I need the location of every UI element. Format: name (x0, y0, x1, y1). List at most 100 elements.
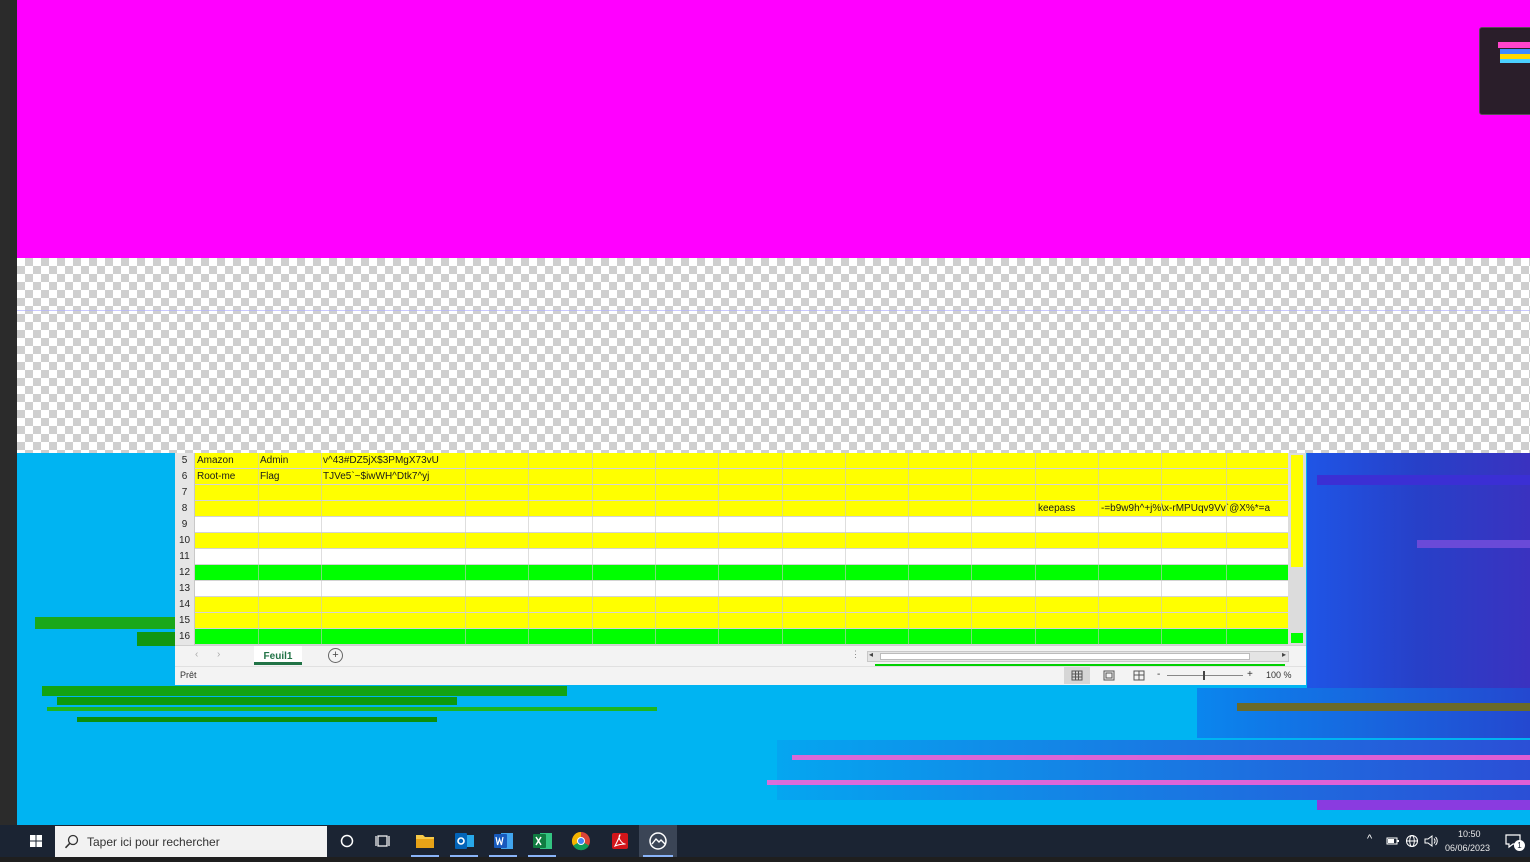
cell-c[interactable]: TJVe5`~$iwWH^Dtk7^yj (323, 469, 429, 485)
start-button[interactable] (18, 825, 54, 857)
vertical-scrollbar[interactable] (1288, 453, 1306, 645)
floating-window-thumbnail[interactable] (1479, 27, 1530, 115)
taskbar-acrobat[interactable] (602, 825, 638, 857)
glitch-streak (77, 717, 437, 722)
taskbar-outlook[interactable] (446, 825, 482, 857)
cell-k[interactable]: keepass (1038, 501, 1075, 517)
column-gridline (782, 453, 783, 645)
taskbar-chrome[interactable] (563, 825, 599, 857)
table-row[interactable]: 9 (175, 517, 1288, 533)
clock-date[interactable]: 06/06/2023 (1445, 843, 1490, 853)
taskbar-word[interactable] (485, 825, 521, 857)
status-bar: Prêt - + 100 % (175, 666, 1306, 685)
view-page-break-button[interactable] (1126, 667, 1152, 684)
hscroll-left-arrow[interactable]: ◂ (869, 650, 873, 659)
table-row[interactable]: 6 Root-me Flag TJVe5`~$iwWH^Dtk7^yj (175, 469, 1288, 485)
glitch-streak (47, 707, 657, 711)
zoom-slider[interactable] (1167, 671, 1243, 680)
clock-time[interactable]: 10:50 (1458, 829, 1481, 839)
cell-b[interactable]: Admin (260, 453, 288, 469)
table-row[interactable]: 16 (175, 629, 1288, 645)
add-sheet-icon[interactable]: + (328, 648, 343, 663)
column-gridline (592, 453, 593, 645)
table-row[interactable]: 14 (175, 597, 1288, 613)
glitch-streak (1317, 475, 1530, 485)
column-gridline (1035, 453, 1036, 645)
glitch-streak (42, 686, 567, 696)
snip-sketch-icon (649, 832, 667, 850)
row-header[interactable]: 5 (175, 453, 195, 469)
column-gridline (1098, 453, 1099, 645)
zoom-level[interactable]: 100 % (1266, 670, 1292, 680)
zoom-in-button[interactable]: + (1247, 669, 1253, 680)
volume-icon[interactable] (1423, 834, 1439, 848)
row-header[interactable]: 13 (175, 581, 195, 597)
taskbar-snipping-tool[interactable] (639, 825, 677, 857)
task-view-button[interactable] (369, 825, 399, 857)
windows-logo-icon (30, 835, 42, 847)
sheet-prev-arrow[interactable]: ‹ (195, 649, 198, 660)
column-gridline (465, 453, 466, 645)
glitch-streak (35, 617, 185, 629)
glitch-streak (57, 697, 457, 705)
column-gridline (528, 453, 529, 645)
tray-overflow-chevron-icon[interactable]: ^ (1367, 833, 1372, 845)
scrollbar-thumb[interactable] (1291, 455, 1303, 567)
chrome-icon (571, 832, 590, 851)
table-row[interactable]: 7 (175, 485, 1288, 501)
taskbar-excel[interactable] (524, 825, 560, 857)
cell-l[interactable]: -=b9w9h^+j%\x-rMPUqv9Vv`@X%*=a (1101, 501, 1270, 517)
row-header[interactable]: 10 (175, 533, 195, 549)
column-gridline (655, 453, 656, 645)
table-row[interactable]: 15 (175, 613, 1288, 629)
view-normal-button[interactable] (1064, 667, 1090, 684)
spreadsheet-grid[interactable]: 5 Amazon Admin v^43#DZ5jX$3PMgX73vU 6 Root-me… (175, 453, 1289, 645)
row-header[interactable]: 12 (175, 565, 195, 581)
action-center-button[interactable]: 1 (1500, 825, 1530, 857)
column-gridline (971, 453, 972, 645)
network-globe-icon[interactable] (1405, 834, 1419, 848)
hscroll-right-arrow[interactable]: ▸ (1282, 650, 1286, 659)
table-row[interactable]: 11 (175, 549, 1288, 565)
cell-a[interactable]: Root-me (197, 469, 235, 485)
cell-b[interactable]: Flag (260, 469, 279, 485)
row-header[interactable]: 11 (175, 549, 195, 565)
taskbar-file-explorer[interactable] (407, 825, 443, 857)
sheet-splitter-icon[interactable]: ⋮ (851, 649, 860, 660)
cell-c[interactable]: v^43#DZ5jX$3PMgX73vU (323, 453, 439, 469)
scrollbar-down-arrow[interactable] (1291, 633, 1303, 643)
search-box[interactable]: Taper ici pour rechercher (55, 826, 327, 857)
view-page-layout-button[interactable] (1096, 667, 1122, 684)
horizontal-scrollbar[interactable]: ◂ ▸ (867, 650, 1289, 662)
battery-icon[interactable] (1386, 836, 1400, 846)
search-placeholder: Taper ici pour rechercher (87, 835, 220, 849)
table-row[interactable]: 10 (175, 533, 1288, 549)
zoom-slider-thumb[interactable] (1203, 671, 1205, 680)
sheet-tab-feuil1[interactable]: Feuil1 (254, 646, 302, 665)
cortana-button[interactable] (332, 825, 362, 857)
table-row[interactable]: 8 keepass -=b9w9h^+j%\x-rMPUqv9Vv`@X%*=a (175, 501, 1288, 517)
glitch-streak (1197, 688, 1530, 738)
zoom-out-button[interactable]: - (1157, 669, 1160, 680)
row-header[interactable]: 14 (175, 597, 195, 613)
table-row[interactable]: 5 Amazon Admin v^43#DZ5jX$3PMgX73vU (175, 453, 1288, 469)
hscroll-thumb[interactable] (880, 653, 1250, 660)
cortana-circle-icon (340, 834, 354, 848)
grid-view-icon (1071, 670, 1083, 681)
column-gridline (321, 453, 322, 645)
table-row[interactable]: 12 (175, 565, 1288, 581)
row-header[interactable]: 16 (175, 629, 195, 645)
cell-a[interactable]: Amazon (197, 453, 234, 469)
row-header[interactable]: 9 (175, 517, 195, 533)
glitch-streak (1307, 453, 1530, 688)
excel-window[interactable]: 5 Amazon Admin v^43#DZ5jX$3PMgX73vU 6 Root-me… (175, 453, 1306, 685)
table-row[interactable]: 13 (175, 581, 1288, 597)
row-header[interactable]: 7 (175, 485, 195, 501)
row-header[interactable]: 8 (175, 501, 195, 517)
column-gridline (718, 453, 719, 645)
desktop-background (17, 0, 1530, 825)
search-icon (64, 834, 79, 849)
row-header[interactable]: 6 (175, 469, 195, 485)
sheet-next-arrow[interactable]: › (217, 649, 220, 660)
row-header[interactable]: 15 (175, 613, 195, 629)
